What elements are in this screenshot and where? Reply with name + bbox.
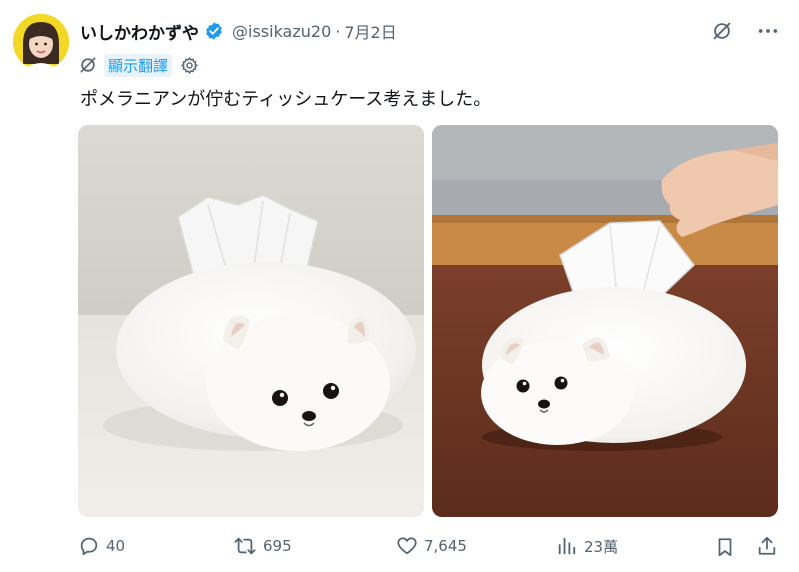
like-count: 7,645 xyxy=(424,537,467,555)
reply-count: 40 xyxy=(106,537,126,555)
action-bar: 40 695 7,645 23萬 xyxy=(0,535,799,561)
display-name[interactable]: いしかわかずや xyxy=(80,19,199,44)
tweet-top-actions xyxy=(711,20,779,42)
post-date[interactable]: 7月2日 xyxy=(344,19,396,43)
views-count: 23萬 xyxy=(584,537,619,556)
reply-icon xyxy=(80,537,98,556)
translate-row: 顯示翻譯 xyxy=(78,52,199,78)
repost-count: 695 xyxy=(263,537,292,555)
show-translation-link[interactable]: 顯示翻譯 xyxy=(104,53,173,77)
pomeranian-tissue-box-photo xyxy=(78,125,424,517)
views-button[interactable]: 23萬 xyxy=(556,535,618,557)
bookmark-icon[interactable] xyxy=(714,536,736,558)
repost-icon xyxy=(234,537,256,555)
more-options-icon[interactable] xyxy=(757,20,779,42)
verified-badge-icon xyxy=(206,22,222,40)
tweet-header: いしかわかずや @issikazu20 · 7月2日 xyxy=(80,14,397,48)
share-icon[interactable] xyxy=(756,535,778,557)
pomeranian-tissue-box-on-table-photo xyxy=(432,125,778,517)
post-image-1[interactable] xyxy=(78,125,424,517)
like-button[interactable]: 7,645 xyxy=(396,535,467,557)
post-text: ポメラニアンが佇むティッシュケース考えました。 xyxy=(80,89,492,110)
repost-button[interactable]: 695 xyxy=(233,535,292,557)
avatar[interactable] xyxy=(13,14,69,70)
grok-icon[interactable] xyxy=(711,20,733,42)
reply-button[interactable]: 40 xyxy=(78,535,125,557)
gear-icon[interactable] xyxy=(180,56,199,75)
separator-dot: · xyxy=(335,21,341,41)
user-handle[interactable]: @issikazu20 xyxy=(232,22,331,41)
globe-slash-icon xyxy=(80,57,96,73)
views-chart-icon xyxy=(558,537,576,555)
heart-icon xyxy=(397,537,417,555)
tweet: いしかわかずや @issikazu20 · 7月2日 顯示翻譯 ポメラニアンが佇… xyxy=(0,0,799,572)
post-image-2[interactable] xyxy=(432,125,778,517)
